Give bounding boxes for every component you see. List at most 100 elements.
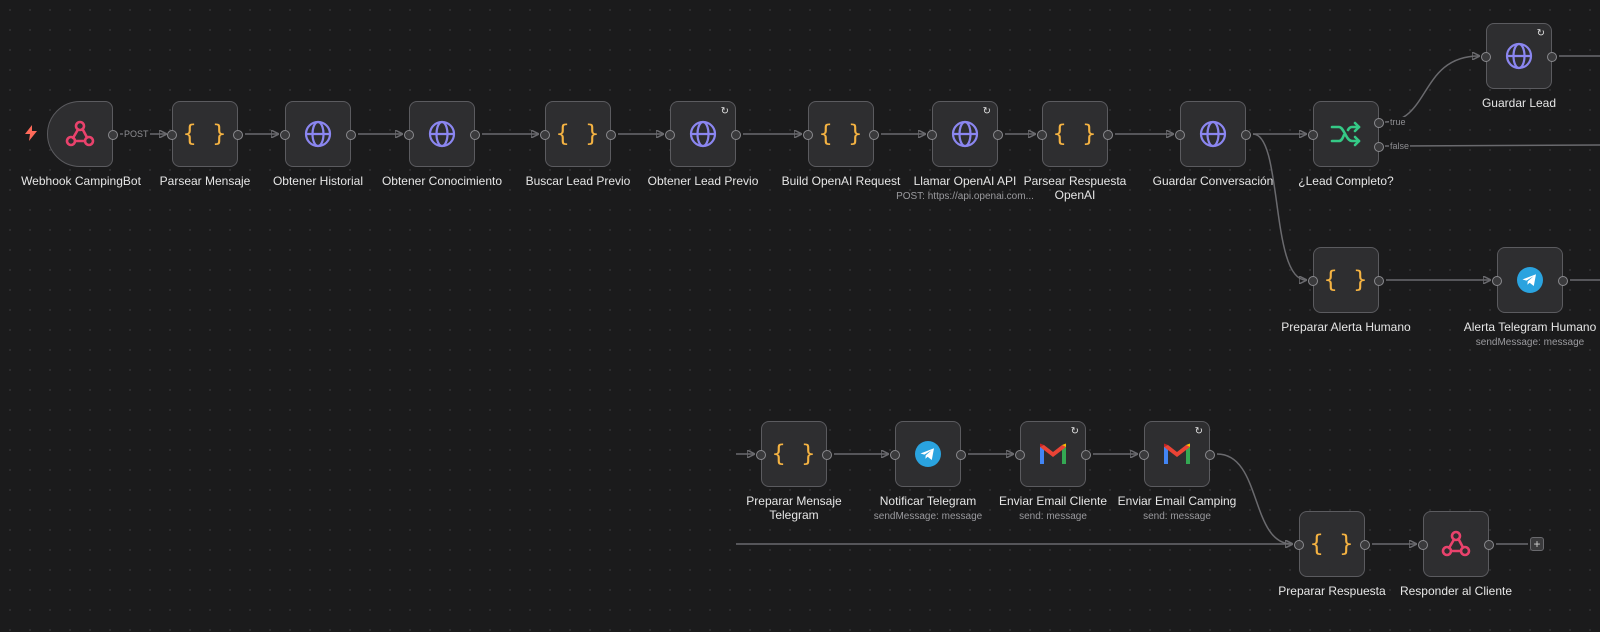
branch-label-true: true xyxy=(1389,117,1407,127)
loop-icon: ↻ xyxy=(720,106,729,117)
input-port[interactable] xyxy=(1015,450,1025,460)
node-parsear-mensaje[interactable]: { } xyxy=(167,101,243,167)
telegram-icon xyxy=(915,441,941,467)
node-label: ¿Lead Completo? xyxy=(1298,174,1394,188)
branch-label-false: false xyxy=(1389,141,1411,151)
output-port[interactable] xyxy=(993,130,1003,140)
output-port[interactable] xyxy=(1103,130,1113,140)
output-port[interactable] xyxy=(869,130,879,140)
code-braces-icon: { } xyxy=(1052,121,1098,147)
globe-icon xyxy=(304,120,332,148)
input-port[interactable] xyxy=(665,130,675,140)
webhook-icon xyxy=(1441,530,1471,557)
edge-false-offscreen[interactable] xyxy=(1384,144,1600,147)
webhook-icon xyxy=(65,120,95,147)
node-label: Guardar Lead xyxy=(1481,96,1557,110)
input-port[interactable] xyxy=(280,130,290,140)
edge-true-guardarlead[interactable] xyxy=(1384,56,1479,123)
output-port[interactable] xyxy=(108,130,118,140)
node-obtener-historial[interactable] xyxy=(280,101,356,167)
output-port[interactable] xyxy=(1241,130,1251,140)
telegram-icon xyxy=(1517,267,1543,293)
code-braces-icon: { } xyxy=(818,121,864,147)
node-guardar-conversacion[interactable] xyxy=(1175,101,1251,167)
node-label: Enviar Email Camping xyxy=(1117,494,1237,508)
false-output-port[interactable] xyxy=(1374,142,1384,152)
node-label: Preparar Mensaje Telegram xyxy=(746,494,842,522)
output-port[interactable] xyxy=(822,450,832,460)
output-port[interactable] xyxy=(956,450,966,460)
input-port[interactable] xyxy=(1492,276,1502,286)
node-label: Alerta Telegram Humano xyxy=(1463,320,1597,334)
node-subtitle: sendMessage: message xyxy=(1475,337,1585,348)
branch-if-icon xyxy=(1330,121,1361,147)
output-port[interactable] xyxy=(1205,450,1215,460)
node-guardar-lead[interactable]: ↻ xyxy=(1481,23,1557,89)
node-notificar-telegram[interactable] xyxy=(890,421,966,487)
output-port[interactable] xyxy=(346,130,356,140)
input-port[interactable] xyxy=(803,130,813,140)
globe-icon xyxy=(428,120,456,148)
code-braces-icon: { } xyxy=(1309,531,1355,557)
output-port[interactable] xyxy=(233,130,243,140)
add-node-button[interactable]: + xyxy=(1530,537,1544,551)
node-responder-al-cliente[interactable] xyxy=(1418,511,1494,577)
code-braces-icon: { } xyxy=(555,121,601,147)
globe-icon xyxy=(951,120,979,148)
input-port[interactable] xyxy=(404,130,414,140)
code-braces-icon: { } xyxy=(182,121,228,147)
gmail-icon xyxy=(1164,443,1190,464)
input-port[interactable] xyxy=(1481,52,1491,62)
globe-icon xyxy=(689,120,717,148)
globe-icon xyxy=(1505,42,1533,70)
node-preparar-mensaje-telegram[interactable]: { } xyxy=(756,421,832,487)
input-port[interactable] xyxy=(167,130,177,140)
input-port[interactable] xyxy=(1308,276,1318,286)
input-port[interactable] xyxy=(927,130,937,140)
input-port[interactable] xyxy=(1418,540,1428,550)
gmail-icon xyxy=(1040,443,1066,464)
input-port[interactable] xyxy=(1308,130,1318,140)
input-port[interactable] xyxy=(1175,130,1185,140)
output-port[interactable] xyxy=(1374,276,1384,286)
loop-icon: ↻ xyxy=(1194,426,1203,437)
output-port[interactable] xyxy=(1360,540,1370,550)
input-port[interactable] xyxy=(540,130,550,140)
loop-icon: ↻ xyxy=(1536,28,1545,39)
node-llamar-openai-api[interactable]: ↻ xyxy=(927,101,1003,167)
output-port[interactable] xyxy=(470,130,480,140)
input-port[interactable] xyxy=(890,450,900,460)
code-braces-icon: { } xyxy=(771,441,817,467)
output-port[interactable] xyxy=(1081,450,1091,460)
node-label: Preparar Alerta Humano xyxy=(1281,320,1411,334)
node-preparar-respuesta[interactable]: { } xyxy=(1294,511,1370,577)
input-port[interactable] xyxy=(1037,130,1047,140)
node-lead-completo-if[interactable] xyxy=(1308,101,1384,167)
node-build-openai-request[interactable]: { } xyxy=(803,101,879,167)
node-buscar-lead-previo[interactable]: { } xyxy=(540,101,616,167)
true-output-port[interactable] xyxy=(1374,118,1384,128)
node-alerta-telegram-humano[interactable] xyxy=(1492,247,1568,313)
node-enviar-email-cliente[interactable]: ↻ xyxy=(1015,421,1091,487)
input-port[interactable] xyxy=(756,450,766,460)
output-port[interactable] xyxy=(1558,276,1568,286)
node-preparar-alerta-humano[interactable]: { } xyxy=(1308,247,1384,313)
loop-icon: ↻ xyxy=(982,106,991,117)
connector-label-post: POST xyxy=(123,129,150,139)
input-port[interactable] xyxy=(1294,540,1304,550)
trigger-bolt-icon xyxy=(25,125,37,141)
node-webhook-campingbot[interactable] xyxy=(47,101,118,167)
node-parsear-respuesta-openai[interactable]: { } xyxy=(1037,101,1113,167)
code-braces-icon: { } xyxy=(1323,267,1369,293)
node-obtener-lead-previo[interactable]: ↻ xyxy=(665,101,741,167)
input-port[interactable] xyxy=(1139,450,1149,460)
output-port[interactable] xyxy=(1547,52,1557,62)
output-port[interactable] xyxy=(731,130,741,140)
node-label: Parsear Respuesta OpenAI xyxy=(1023,174,1127,202)
output-port[interactable] xyxy=(606,130,616,140)
edge-guardarconv-alerta[interactable] xyxy=(1252,133,1306,280)
node-label: Responder al Cliente xyxy=(1399,584,1513,598)
node-obtener-conocimiento[interactable] xyxy=(404,101,480,167)
node-enviar-email-camping[interactable]: ↻ xyxy=(1139,421,1215,487)
output-port[interactable] xyxy=(1484,540,1494,550)
